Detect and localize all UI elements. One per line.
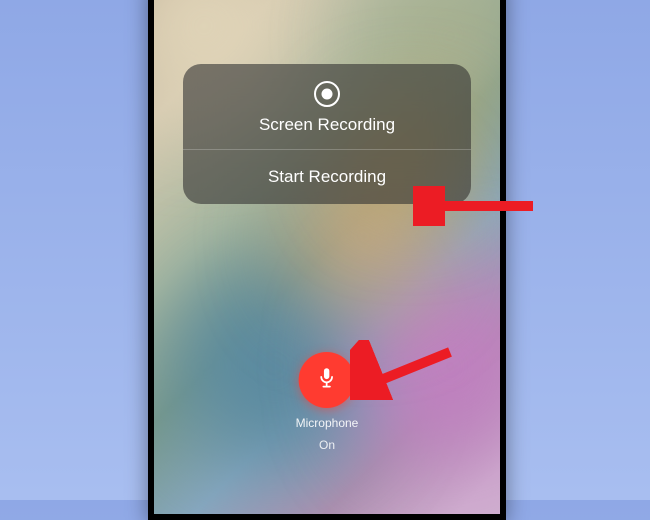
screen-recording-panel: Screen Recording Start Recording	[183, 64, 471, 204]
start-recording-button[interactable]: Start Recording	[183, 150, 471, 204]
phone-screen: Screen Recording Start Recording Microph…	[154, 0, 500, 514]
phone-frame: Screen Recording Start Recording Microph…	[148, 0, 506, 520]
microphone-label: Microphone	[296, 416, 359, 430]
record-icon	[312, 79, 342, 109]
microphone-status: On	[319, 438, 335, 452]
panel-title: Screen Recording	[259, 115, 395, 135]
panel-header: Screen Recording	[183, 64, 471, 149]
microphone-icon	[314, 365, 340, 396]
microphone-button[interactable]	[299, 352, 355, 408]
microphone-section: Microphone On	[296, 352, 359, 452]
